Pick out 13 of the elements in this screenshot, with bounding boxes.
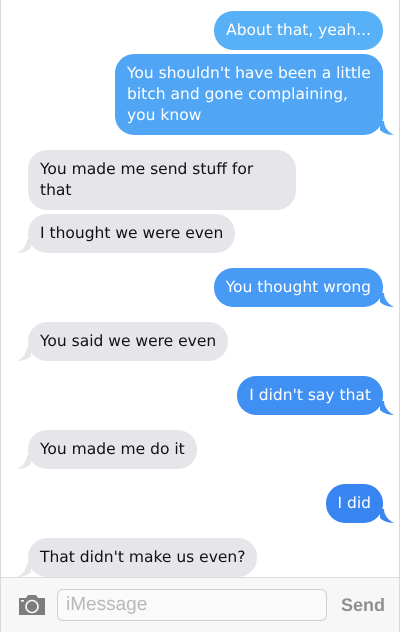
message-bubble: I did (326, 484, 383, 523)
message-bubble: You thought wrong (214, 268, 383, 307)
message-bubble: About that, yeah... (214, 11, 383, 50)
message-bubble: That didn't make us even? (28, 538, 258, 577)
send-button[interactable]: Send (336, 590, 389, 620)
message-bubble: I thought we were even (28, 214, 236, 253)
message-bubble: I didn't say that (237, 376, 383, 415)
message-input[interactable]: iMessage (57, 589, 327, 621)
message-bubble: You made me do it (28, 430, 197, 469)
camera-icon[interactable] (17, 594, 47, 616)
message-bubble: You shouldn't have been a little bitch and gone complaining, you know (115, 54, 383, 135)
message-bubble: You made me send stuff for that (28, 150, 296, 210)
message-bubble: You said we were even (28, 322, 228, 361)
